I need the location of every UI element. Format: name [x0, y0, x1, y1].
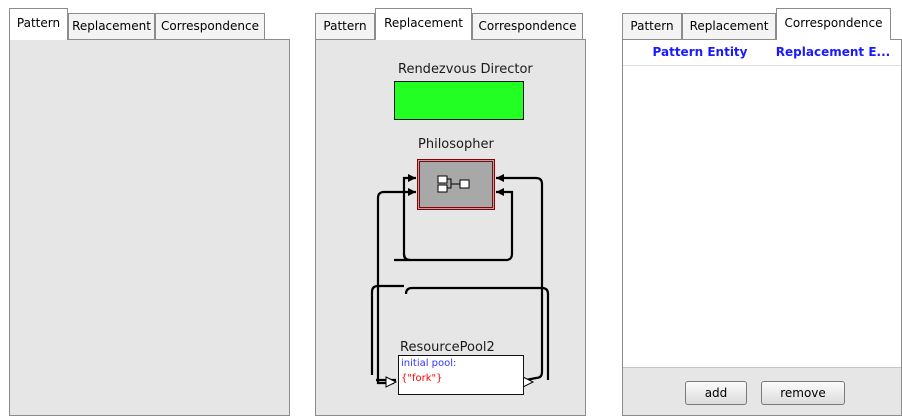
add-button[interactable]: add [685, 381, 747, 405]
director-label: Rendezvous Director [398, 62, 533, 77]
table-body[interactable] [623, 66, 901, 366]
pattern-panel-1: Pattern Replacement Correspondence [9, 8, 290, 416]
correspondence-panel: Pattern Replacement Correspondence Patte… [622, 8, 902, 416]
tab-pattern[interactable]: Pattern [315, 13, 375, 39]
table-header: Pattern Entity Replacement E... [623, 40, 901, 66]
resource-pool[interactable]: initial pool: {"fork"} [398, 355, 524, 395]
pool-label: ResourcePool2 [400, 340, 495, 355]
correspondence-body: Pattern Entity Replacement E... add remo… [622, 39, 902, 416]
rendezvous-director[interactable] [394, 81, 524, 120]
pool-param-name: initial pool: [401, 358, 457, 369]
column-header-replacement-entity[interactable]: Replacement E... [763, 40, 902, 65]
replacement-canvas[interactable]: Rendezvous Director Philosopher Resource… [315, 39, 586, 416]
actor-input-port [408, 188, 416, 196]
tab-pattern[interactable]: Pattern [622, 13, 682, 39]
wire-actor-left-inner [394, 176, 416, 262]
tab-replacement[interactable]: Replacement [375, 8, 472, 40]
button-bar: add remove [623, 367, 901, 415]
tab-pattern[interactable]: Pattern [9, 8, 68, 40]
actor-output-port [496, 174, 504, 182]
composite-actor-icon [437, 175, 470, 193]
actor-input-port [408, 174, 416, 182]
philosopher-actor[interactable] [417, 159, 495, 210]
tab-correspondence[interactable]: Correspondence [472, 13, 583, 39]
actor-label: Philosopher [418, 137, 494, 152]
wire-actor-right-outer [496, 176, 544, 382]
tab-replacement[interactable]: Replacement [682, 13, 776, 39]
actor-output-port [496, 188, 504, 196]
remove-button[interactable]: remove [761, 381, 845, 405]
replacement-panel: Pattern Replacement Correspondence Rende… [315, 8, 586, 416]
tab-replacement[interactable]: Replacement [68, 13, 155, 39]
pool-param-value: {"fork"} [401, 373, 443, 384]
tab-correspondence[interactable]: Correspondence [776, 8, 891, 40]
pool-input-port [385, 376, 398, 388]
pattern-canvas[interactable] [9, 39, 290, 416]
column-header-pattern-entity[interactable]: Pattern Entity [641, 40, 759, 65]
tab-correspondence[interactable]: Correspondence [155, 13, 265, 39]
